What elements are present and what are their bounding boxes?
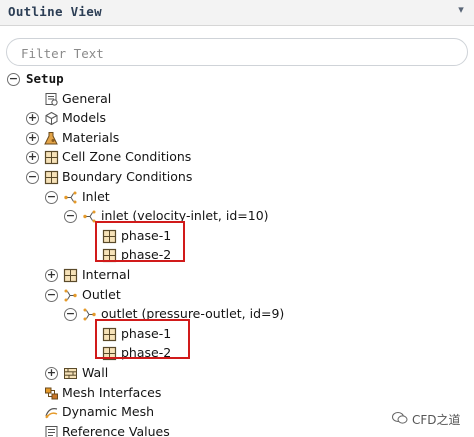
- tree-item-label: Models: [62, 110, 107, 126]
- dynamic-mesh-icon: [44, 405, 59, 420]
- tree-item-label: Outlet: [82, 286, 121, 302]
- expand-icon[interactable]: +: [45, 269, 58, 282]
- tree-item-label: Reference Values: [62, 423, 170, 437]
- expand-icon[interactable]: +: [45, 367, 58, 380]
- filter-field[interactable]: [6, 38, 468, 66]
- tree-item-setup[interactable]: − Setup: [0, 70, 474, 90]
- outlet-branch-icon: [63, 288, 78, 303]
- collapse-icon[interactable]: −: [26, 171, 39, 184]
- wechat-icon: [392, 411, 408, 425]
- tree-item-cell-zone-conditions[interactable]: + Cell Zone Conditions: [0, 148, 474, 168]
- tree-item-label: Materials: [62, 129, 120, 145]
- tree-item-outlet-pressure[interactable]: − outlet (pressure-outlet, id=9): [0, 305, 474, 325]
- internal-grid-icon: [63, 268, 78, 283]
- tree-item-outlet-phase-2[interactable]: phase-2: [0, 344, 474, 364]
- collapse-icon[interactable]: −: [64, 308, 77, 322]
- tree-item-general[interactable]: General: [0, 90, 474, 110]
- tree-item-label: Cell Zone Conditions: [62, 149, 192, 165]
- cell-zone-grid-icon: [44, 150, 59, 165]
- reference-values-icon: [44, 425, 59, 437]
- mesh-interfaces-icon: [44, 386, 59, 401]
- materials-flask-icon: [44, 131, 59, 146]
- tree-item-label: General: [62, 90, 112, 106]
- tree-item-inlet-phase-2[interactable]: phase-2: [0, 246, 474, 266]
- tree-item-inlet-velocity[interactable]: − inlet (velocity-inlet, id=10): [0, 207, 474, 227]
- models-cube-icon: [44, 111, 59, 126]
- tree-item-label: Wall: [82, 365, 109, 380]
- expand-icon[interactable]: +: [26, 151, 39, 165]
- tree-item-boundary-conditions[interactable]: − Boundary Conditions: [0, 168, 474, 188]
- tree-item-label: Internal: [82, 267, 131, 282]
- collapse-icon[interactable]: −: [45, 190, 58, 204]
- tree-item-wall[interactable]: + Wall: [0, 364, 474, 384]
- tree-item-label: Setup: [26, 71, 64, 86]
- collapse-icon[interactable]: −: [7, 73, 20, 86]
- tree-item-outlet-phase-1[interactable]: phase-1: [0, 325, 474, 345]
- expand-icon[interactable]: +: [26, 131, 39, 145]
- tree-item-materials[interactable]: + Materials: [0, 129, 474, 149]
- tree-item-models[interactable]: + Models: [0, 109, 474, 129]
- panel-title: Outline View: [8, 4, 102, 19]
- tree-item-inlet[interactable]: − Inlet: [0, 188, 474, 208]
- collapse-icon[interactable]: −: [45, 288, 58, 302]
- tree-item-label: Inlet: [82, 188, 110, 204]
- tree-item-mesh-interfaces[interactable]: Mesh Interfaces: [0, 384, 474, 404]
- general-settings-icon: [44, 92, 59, 107]
- filter-input[interactable]: [21, 44, 451, 62]
- collapse-icon[interactable]: −: [64, 210, 77, 224]
- tree-item-label: Boundary Conditions: [62, 169, 193, 184]
- boundary-grid-icon: [44, 170, 59, 185]
- outline-view-header: Outline View ▾: [0, 0, 474, 26]
- tree-item-outlet[interactable]: − Outlet: [0, 286, 474, 306]
- watermark-text: CFD之道: [412, 413, 461, 427]
- tree-item-label: Mesh Interfaces: [62, 384, 162, 400]
- expand-icon[interactable]: +: [26, 112, 39, 126]
- tree-item-inlet-phase-1[interactable]: phase-1: [0, 227, 474, 247]
- inlet-branch-icon: [63, 190, 78, 205]
- watermark: CFD之道: [392, 409, 474, 429]
- outlet-phases-highlight: [95, 319, 190, 359]
- collapse-panel-icon[interactable]: ▾: [454, 3, 468, 17]
- tree-item-internal[interactable]: + Internal: [0, 266, 474, 286]
- inlet-phases-highlight: [95, 221, 185, 262]
- tree-item-label: Dynamic Mesh: [62, 404, 155, 420]
- wall-icon: [63, 366, 78, 381]
